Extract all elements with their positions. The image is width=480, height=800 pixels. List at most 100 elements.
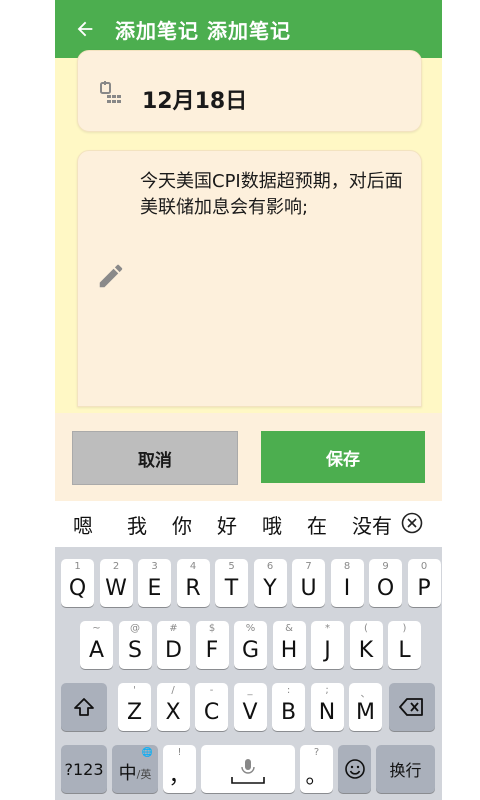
shift-key[interactable]: [61, 683, 107, 731]
key-label: I: [343, 575, 351, 601]
globe-icon: 🌐: [141, 748, 153, 758]
key-secondary-label: 3: [151, 561, 158, 572]
key-label: O: [376, 575, 395, 601]
key-k[interactable]: (K: [349, 621, 383, 669]
key-secondary-label: ?: [313, 747, 320, 758]
page-title: 添加笔记 添加笔记: [115, 18, 291, 43]
language-switch-key[interactable]: 🌐 中/英: [112, 745, 158, 793]
key-secondary-label: @: [130, 623, 140, 634]
key-s[interactable]: @ S: [118, 621, 152, 669]
button-bar: 取消 保存: [55, 413, 442, 501]
key-g[interactable]: % G: [234, 621, 267, 669]
key-l[interactable]: ) L: [388, 621, 421, 669]
key-secondary-label: :: [286, 685, 291, 696]
key-i[interactable]: 8I: [330, 559, 364, 607]
key-label: T: [224, 575, 239, 601]
key-secondary-label: _: [247, 685, 253, 696]
keyboard: 1 Q 2 W 3 E 4 R 5 T 6 Y 7 U 8 I 9 O 0 P ~ A @ S # D $ F% G & H * J(K) L ' Z…: [55, 547, 442, 800]
candidate-6[interactable]: 在: [307, 510, 327, 539]
right-margin: [442, 0, 480, 800]
enter-key[interactable]: 换行: [376, 745, 435, 793]
key-label: P: [417, 575, 431, 601]
space-key[interactable]: [201, 745, 295, 793]
key-label: H: [280, 637, 298, 663]
key-e[interactable]: 3E: [138, 559, 171, 607]
key-m[interactable]: 、 M: [349, 683, 382, 731]
content-area: 12月18日 今天美国CPI数据超预期，对后面美联储加息会有影响;: [55, 50, 442, 413]
key-secondary-label: %: [245, 623, 256, 634]
shift-icon: [74, 698, 94, 716]
backspace-key[interactable]: [389, 683, 435, 731]
key-secondary-label: 8: [343, 561, 351, 572]
emoji-key[interactable]: [338, 745, 371, 793]
key-secondary-label: $: [208, 623, 216, 634]
key-secondary-label: ): [402, 623, 407, 634]
key-label: L: [398, 637, 411, 663]
key-y[interactable]: 6Y: [253, 559, 287, 607]
key-label: A: [88, 637, 105, 663]
key-label: U: [300, 575, 317, 601]
key-u[interactable]: 7U: [292, 559, 325, 607]
key-h[interactable]: & H: [272, 621, 306, 669]
cancel-button[interactable]: 取消: [72, 431, 238, 485]
key-b[interactable]: :B: [272, 683, 305, 731]
key-label: W: [105, 575, 127, 601]
key-w[interactable]: 2W: [99, 559, 133, 607]
date-card[interactable]: 12月18日: [77, 50, 422, 132]
key-secondary-label: 9: [382, 561, 389, 572]
close-circle-icon[interactable]: [401, 512, 423, 538]
key-secondary-label: -: [209, 685, 214, 696]
key-r[interactable]: 4R: [176, 559, 210, 607]
key-label: S: [128, 637, 142, 663]
numbers-key[interactable]: ?123: [61, 745, 107, 793]
key-v[interactable]: _ V: [233, 683, 267, 731]
key-x[interactable]: / X: [156, 683, 190, 731]
key-label: N: [318, 699, 336, 725]
key-label: D: [165, 637, 182, 663]
key-d[interactable]: # D: [157, 621, 190, 669]
key-j[interactable]: * J: [311, 621, 344, 669]
arrow-left-icon: [77, 21, 93, 37]
key-n[interactable]: ; N: [310, 683, 344, 731]
date-label: 12月18日: [142, 89, 248, 114]
key-secondary-label: 1: [74, 561, 81, 572]
key-label: R: [185, 575, 201, 601]
candidate-5[interactable]: 哦: [262, 510, 282, 539]
key-a[interactable]: ~ A: [80, 621, 113, 669]
microphone-icon: [231, 759, 265, 784]
key-f[interactable]: $ F: [195, 621, 229, 669]
key-secondary-label: 7: [305, 561, 312, 572]
key-label: E: [147, 575, 162, 601]
key-secondary-label: 2: [112, 561, 120, 572]
key-secondary-label: *: [325, 623, 330, 634]
key-label: Q: [68, 575, 87, 601]
key-secondary-label: ~: [92, 623, 101, 634]
candidate-2[interactable]: 我: [127, 510, 147, 539]
key-secondary-label: 4: [189, 561, 197, 572]
candidate-3[interactable]: 你: [172, 510, 192, 539]
key-secondary-label: 6: [266, 561, 274, 572]
key-label: J: [324, 637, 331, 663]
key-label: G: [241, 637, 260, 663]
key-label: X: [165, 699, 181, 725]
candidate-7[interactable]: 没有: [352, 510, 394, 539]
period-key[interactable]: ?。: [300, 745, 333, 793]
comma-key[interactable]: !，: [163, 745, 196, 793]
key-t[interactable]: 5T: [215, 559, 248, 607]
candidate-1[interactable]: 嗯: [73, 510, 93, 539]
phone-screen: 添加笔记 添加笔记 12月18日 今天美国CPI数据超预期，对后面美联储加息会有…: [55, 0, 442, 800]
candidate-4[interactable]: 好: [217, 510, 237, 539]
smiley-icon: [344, 759, 365, 779]
note-card[interactable]: 今天美国CPI数据超预期，对后面美联储加息会有影响;: [77, 150, 422, 407]
key-o[interactable]: 9O: [369, 559, 402, 607]
note-textarea[interactable]: 今天美国CPI数据超预期，对后面美联储加息会有影响;: [140, 169, 410, 221]
key-z[interactable]: ' Z: [118, 683, 151, 731]
candidate-bar: 嗯 我 你 好 哦 在 没有: [55, 501, 442, 547]
key-secondary-label: &: [285, 623, 293, 634]
lang-sub-label: /英: [136, 768, 152, 781]
key-p[interactable]: 0P: [407, 559, 441, 607]
key-c[interactable]: -C: [195, 683, 228, 731]
key-secondary-label: 0: [420, 561, 428, 572]
key-q[interactable]: 1Q: [61, 559, 94, 607]
save-button[interactable]: 保存: [261, 431, 425, 483]
